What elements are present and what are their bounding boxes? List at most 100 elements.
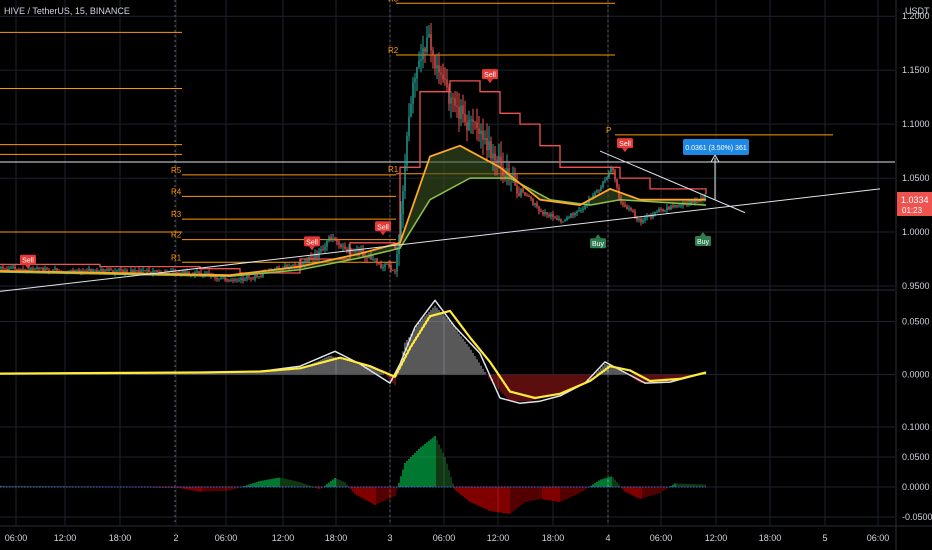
candle-body bbox=[676, 205, 678, 207]
candle-body bbox=[32, 268, 34, 270]
candle-body bbox=[668, 207, 670, 210]
candle-body bbox=[462, 105, 464, 114]
candle-body bbox=[148, 270, 150, 273]
candle-body bbox=[176, 271, 178, 273]
candle-body bbox=[370, 255, 372, 260]
candle-body bbox=[286, 265, 288, 268]
candle-body bbox=[546, 212, 548, 215]
pivot-label-r3: R3 bbox=[171, 210, 182, 219]
candle-body bbox=[10, 267, 12, 269]
symbol-title[interactable]: HIVE / TetherUS, 15, BINANCE bbox=[4, 6, 130, 16]
candle-body bbox=[94, 269, 96, 271]
candle-body bbox=[328, 237, 330, 241]
candle-body bbox=[466, 122, 468, 131]
candle-body bbox=[664, 210, 666, 212]
chart-canvas[interactable]: R5 R4 R3 R2 R1 R1 R2 R3 P 0.0361 (3.50%) 361 Sell S… bbox=[0, 0, 932, 550]
candle-body bbox=[680, 205, 682, 206]
candle-body bbox=[378, 263, 380, 264]
price-axis-label: 0.1000 bbox=[902, 422, 930, 432]
time-axis-label: 18:00 bbox=[109, 533, 132, 543]
candle-body bbox=[408, 116, 410, 137]
candle-body bbox=[126, 270, 128, 273]
candle-body bbox=[556, 218, 558, 220]
candle-body bbox=[246, 276, 248, 280]
candle-body bbox=[638, 218, 640, 220]
candle-body bbox=[396, 253, 398, 272]
candle-body bbox=[512, 173, 514, 177]
candle-body bbox=[526, 195, 528, 196]
candle-body bbox=[330, 237, 332, 240]
candle-body bbox=[472, 119, 474, 122]
candle-body bbox=[306, 260, 308, 262]
candle-body bbox=[218, 278, 220, 280]
candle-body bbox=[500, 156, 502, 167]
candle-body bbox=[142, 270, 144, 271]
candle-body bbox=[630, 208, 632, 211]
candle-body bbox=[670, 205, 672, 210]
candle-body bbox=[578, 210, 580, 212]
price-axis-label: 1.0500 bbox=[902, 173, 930, 183]
candle-body bbox=[524, 192, 526, 196]
time-axis-label: 18:00 bbox=[325, 533, 348, 543]
pivot-label-r3: R3 bbox=[388, 0, 399, 3]
candle-body bbox=[34, 269, 36, 270]
candle-body bbox=[4, 268, 6, 270]
candle-body bbox=[382, 266, 384, 268]
time-axis-label: 06:00 bbox=[433, 533, 456, 543]
candle-body bbox=[232, 280, 234, 281]
candle-body bbox=[606, 177, 608, 180]
time-axis-label: 12:00 bbox=[54, 533, 77, 543]
candle-body bbox=[88, 268, 90, 272]
candle-body bbox=[42, 267, 44, 271]
candle-body bbox=[490, 141, 492, 159]
sell-signal-label: Sell bbox=[22, 258, 34, 265]
candle-body bbox=[156, 270, 158, 272]
candle-body bbox=[436, 65, 438, 69]
candle-body bbox=[224, 277, 226, 280]
candle-body bbox=[540, 211, 542, 213]
candle-body bbox=[70, 270, 72, 271]
candle-body bbox=[444, 78, 446, 80]
time-axis-label: 12:00 bbox=[487, 533, 510, 543]
candle-body bbox=[388, 263, 390, 266]
candle-body bbox=[488, 141, 490, 151]
candle-body bbox=[548, 214, 550, 217]
candle-body bbox=[654, 212, 656, 215]
candle-body bbox=[596, 190, 598, 193]
candle-body bbox=[440, 72, 442, 75]
candle-body bbox=[108, 269, 110, 271]
candle-body bbox=[496, 160, 498, 162]
candle-body bbox=[386, 263, 388, 265]
price-axis-label: -0.0500 bbox=[902, 512, 932, 522]
time-axis-label: 06:00 bbox=[867, 533, 890, 543]
candle-body bbox=[314, 253, 316, 259]
candle-body bbox=[250, 277, 252, 279]
candle-body bbox=[554, 217, 556, 219]
candle-body bbox=[326, 240, 328, 247]
candle-body bbox=[692, 201, 694, 203]
time-axis-label: 2 bbox=[173, 533, 178, 543]
candle-body bbox=[324, 246, 326, 250]
candle-body bbox=[322, 249, 324, 250]
candle-body bbox=[450, 97, 452, 104]
sell-signal-label: Sell bbox=[484, 72, 496, 79]
candle-body bbox=[498, 156, 500, 161]
candle-body bbox=[308, 256, 310, 262]
candle-body bbox=[612, 167, 614, 171]
candle-body bbox=[678, 205, 680, 207]
candle-body bbox=[570, 213, 572, 218]
candle-body bbox=[242, 278, 244, 281]
candle-body bbox=[448, 87, 450, 104]
candle-body bbox=[206, 273, 208, 274]
measure-label: 0.0361 (3.50%) 361 bbox=[685, 145, 747, 152]
candle-body bbox=[240, 278, 242, 280]
candle-body bbox=[402, 191, 404, 215]
buy-signal-label: Buy bbox=[592, 241, 605, 248]
time-axis-label: 5 bbox=[822, 533, 827, 543]
candle-body bbox=[260, 276, 262, 277]
candle-body bbox=[76, 269, 78, 271]
candle-body bbox=[120, 269, 122, 271]
price-axis-label: 0.0500 bbox=[902, 317, 930, 327]
candle-body bbox=[674, 205, 676, 207]
candle-body bbox=[614, 170, 616, 180]
